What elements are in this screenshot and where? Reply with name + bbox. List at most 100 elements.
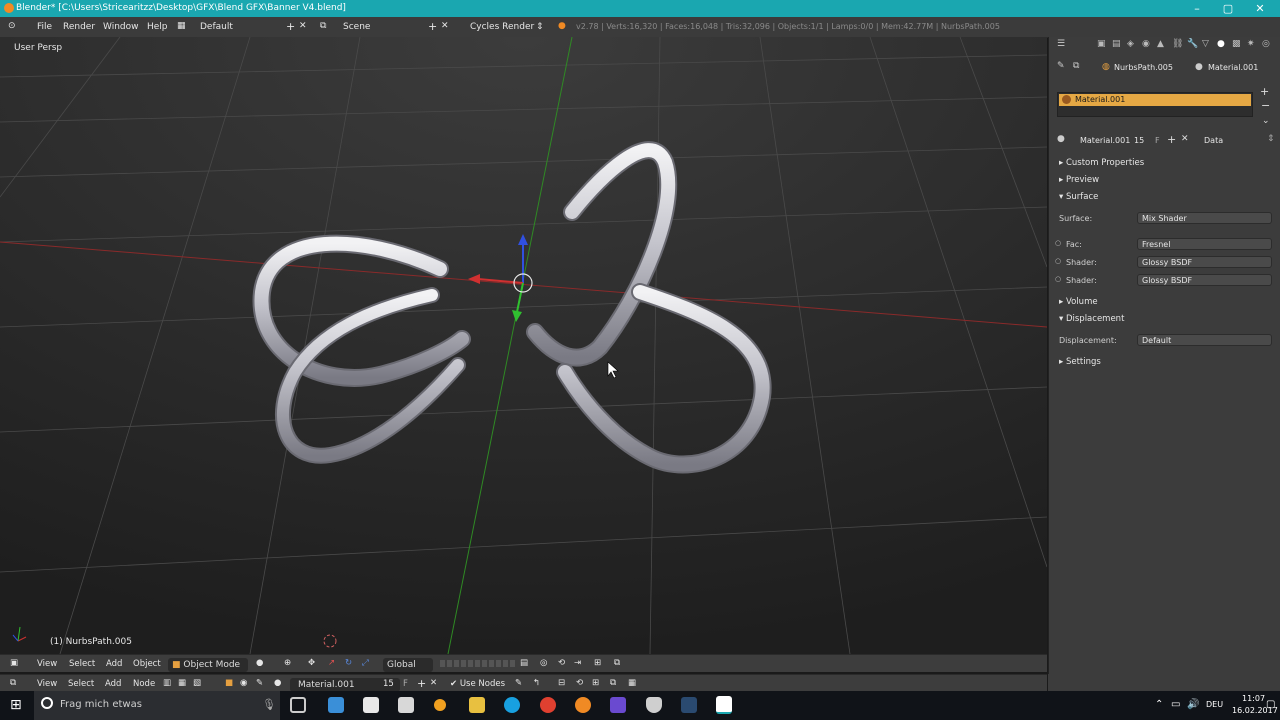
shield-app-icon[interactable] bbox=[646, 697, 662, 713]
language-indicator[interactable]: DEU bbox=[1206, 700, 1223, 709]
data-tab-icon[interactable]: ▽ bbox=[1202, 39, 1209, 49]
chrome-app-icon[interactable] bbox=[540, 697, 556, 713]
layout-grid-icon[interactable]: ▦ bbox=[177, 21, 186, 31]
new-material-icon[interactable]: + bbox=[417, 677, 426, 690]
manipulator-icon[interactable]: ✥ bbox=[308, 658, 315, 668]
skype-app-icon[interactable] bbox=[504, 697, 520, 713]
discord-app-icon[interactable] bbox=[610, 697, 626, 713]
object-tab-icon[interactable]: ▲ bbox=[1157, 39, 1164, 49]
view-menu[interactable]: View bbox=[37, 659, 57, 669]
node-menu[interactable]: Node bbox=[133, 679, 155, 689]
material-slot-list[interactable]: Material.001 bbox=[1057, 92, 1253, 117]
modifiers-tab-icon[interactable]: 🔧 bbox=[1187, 39, 1198, 49]
material-tab-icon[interactable]: ● bbox=[1217, 39, 1225, 49]
steam-app-icon[interactable] bbox=[681, 697, 697, 713]
shader-tree-icon[interactable]: ▥ bbox=[163, 678, 171, 688]
material-slot-selected[interactable]: Material.001 bbox=[1059, 94, 1251, 106]
lock-camera-icon[interactable]: ▤ bbox=[520, 658, 528, 668]
render-tab-icon[interactable]: ▣ bbox=[1097, 39, 1106, 49]
shader1-input-select[interactable]: Glossy BSDF bbox=[1137, 256, 1272, 268]
calculator-app-icon[interactable] bbox=[363, 697, 379, 713]
tray-chevron-icon[interactable]: ⌃ bbox=[1155, 699, 1163, 710]
notifications-icon[interactable]: ▢ bbox=[1266, 699, 1275, 710]
backdrop-icon[interactable]: ⊞ bbox=[592, 678, 599, 688]
snap-element-icon[interactable]: ⇥ bbox=[574, 658, 581, 668]
editor-type-icon[interactable]: ⊙ bbox=[8, 21, 16, 31]
section-custom-properties[interactable]: ▸ Custom Properties bbox=[1059, 158, 1144, 168]
editor-type-icon[interactable]: ⧉ bbox=[10, 678, 16, 688]
parent-icon[interactable]: ↰ bbox=[533, 678, 540, 688]
menu-window[interactable]: Window bbox=[103, 22, 139, 32]
network-icon[interactable]: ▭ bbox=[1171, 699, 1180, 710]
menu-help[interactable]: Help bbox=[147, 22, 168, 32]
layers-tab-icon[interactable]: ▤ bbox=[1112, 39, 1121, 49]
material-users-count[interactable]: 15 bbox=[1134, 136, 1144, 145]
fake-user-toggle[interactable]: F bbox=[403, 679, 408, 689]
explorer-app-icon[interactable] bbox=[469, 697, 485, 713]
material-browse-icon[interactable]: ● bbox=[1057, 134, 1065, 144]
shader2-input-select[interactable]: Glossy BSDF bbox=[1137, 274, 1272, 286]
copy-node-icon[interactable]: ⧉ bbox=[610, 678, 616, 688]
snap-icon[interactable]: ⟲ bbox=[558, 658, 565, 668]
pivot-icon[interactable]: ⊕ bbox=[284, 658, 291, 668]
shader2-socket-icon[interactable]: ○ bbox=[1055, 275, 1061, 283]
snap-element-icon[interactable]: ⟲ bbox=[576, 678, 583, 688]
maximize-button[interactable]: ▢ bbox=[1213, 1, 1243, 16]
editor-type-icon[interactable]: ☰ bbox=[1057, 39, 1065, 49]
section-settings[interactable]: ▸ Settings bbox=[1059, 357, 1101, 367]
pin-icon[interactable]: ✎ bbox=[515, 678, 522, 688]
scale-icon[interactable]: ⤢ bbox=[362, 658, 369, 668]
line-style-icon[interactable]: ✎ bbox=[256, 678, 263, 688]
menu-render[interactable]: Render bbox=[63, 22, 95, 32]
store-app-icon[interactable] bbox=[398, 697, 414, 713]
add-menu[interactable]: Add bbox=[106, 659, 122, 669]
particles-tab-icon[interactable]: ✷ bbox=[1247, 39, 1255, 49]
remove-scene-icon[interactable]: ✕ bbox=[441, 21, 449, 31]
shader1-socket-icon[interactable]: ○ bbox=[1055, 257, 1061, 265]
world-tab-icon[interactable]: ◉ bbox=[1142, 39, 1150, 49]
remove-slot-button[interactable]: − bbox=[1261, 99, 1270, 112]
add-slot-button[interactable]: + bbox=[1260, 85, 1269, 98]
remove-layout-icon[interactable]: ✕ bbox=[299, 21, 307, 31]
add-scene-icon[interactable]: + bbox=[428, 20, 437, 33]
select-menu[interactable]: Select bbox=[68, 679, 94, 689]
displacement-select[interactable]: Default bbox=[1137, 334, 1272, 346]
section-preview[interactable]: ▸ Preview bbox=[1059, 175, 1099, 185]
menu-file[interactable]: File bbox=[37, 22, 52, 32]
object-menu[interactable]: Object bbox=[133, 659, 161, 669]
start-windows-icon[interactable]: ⊞ bbox=[10, 697, 22, 713]
microphone-icon[interactable]: 🎙 bbox=[262, 698, 276, 711]
surface-shader-select[interactable]: Mix Shader bbox=[1137, 212, 1272, 224]
shading-select-icon[interactable]: ● bbox=[256, 658, 263, 668]
edge-app-icon[interactable] bbox=[328, 697, 344, 713]
pin-icon[interactable]: ✎ bbox=[1057, 61, 1065, 71]
proportional-edit-icon[interactable]: ◎ bbox=[540, 658, 547, 668]
material-users-count[interactable]: 15 bbox=[383, 679, 394, 689]
render-preview-icon[interactable]: ⊞ bbox=[594, 658, 601, 668]
blender-app-icon[interactable] bbox=[575, 697, 591, 713]
vlc-app-icon[interactable] bbox=[434, 699, 446, 711]
clock-time[interactable]: 11:07 bbox=[1242, 694, 1265, 703]
fac-input-select[interactable]: Fresnel bbox=[1137, 238, 1272, 250]
unlink-material-icon[interactable]: ✕ bbox=[1181, 134, 1189, 144]
world-shader-icon[interactable]: ◉ bbox=[240, 678, 247, 688]
compositing-tree-icon[interactable]: ▧ bbox=[193, 678, 201, 688]
texture-tab-icon[interactable]: ▩ bbox=[1232, 39, 1241, 49]
orientation-select[interactable]: Global bbox=[383, 658, 433, 672]
opengl-render-icon[interactable]: ⧉ bbox=[614, 658, 620, 668]
active-window-app-icon[interactable] bbox=[716, 696, 732, 714]
new-material-icon[interactable]: + bbox=[1167, 133, 1176, 146]
object-shader-icon[interactable]: ■ bbox=[225, 678, 233, 688]
use-nodes-toggle[interactable]: ✔ Use Nodes bbox=[450, 679, 505, 689]
volume-icon[interactable]: 🔊 bbox=[1187, 699, 1199, 710]
section-surface[interactable]: ▾ Surface bbox=[1059, 192, 1098, 202]
section-volume[interactable]: ▸ Volume bbox=[1059, 297, 1098, 307]
snap-node-icon[interactable]: ⊟ bbox=[558, 678, 565, 688]
render-engine-select[interactable]: Cycles Render bbox=[470, 22, 534, 32]
physics-tab-icon[interactable]: ◎ bbox=[1262, 39, 1270, 49]
constraints-tab-icon[interactable]: ⛓ bbox=[1172, 39, 1183, 49]
scene-tab-icon[interactable]: ◈ bbox=[1127, 39, 1134, 49]
3d-viewport[interactable]: User Persp (1) NurbsPath.005 bbox=[0, 37, 1047, 654]
add-menu[interactable]: Add bbox=[105, 679, 121, 689]
mode-select[interactable]: ■ Object Mode bbox=[168, 658, 248, 672]
